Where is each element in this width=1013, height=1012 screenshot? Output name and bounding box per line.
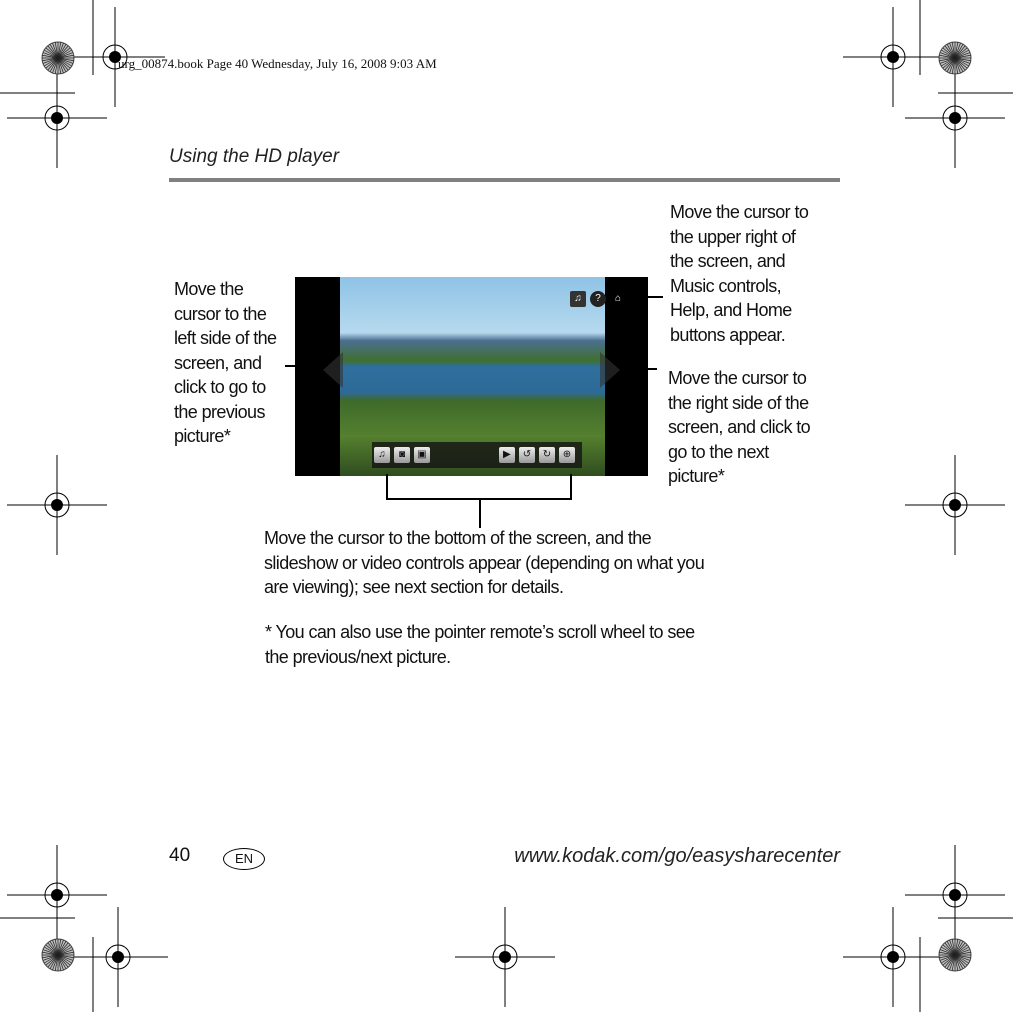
zoom-icon[interactable]: ⊕ bbox=[558, 447, 575, 463]
callout-bottom: Move the cursor to the bottom of the scr… bbox=[264, 528, 705, 597]
previous-arrow-icon[interactable] bbox=[323, 352, 343, 388]
next-arrow-icon[interactable] bbox=[600, 352, 620, 388]
crosshair-mark bbox=[905, 845, 1005, 945]
rotate-right-icon[interactable]: ↻ bbox=[538, 447, 555, 463]
crosshair-mark bbox=[7, 845, 107, 945]
crosshair-mark bbox=[905, 68, 1005, 168]
bracket-left bbox=[386, 474, 388, 499]
starburst-mark bbox=[41, 938, 75, 972]
crosshair-mark bbox=[843, 7, 943, 107]
callout-right: Move the cursor to the right side of the s… bbox=[668, 368, 811, 486]
crosshair-mark bbox=[7, 68, 107, 168]
crosshair-mark bbox=[455, 907, 555, 1007]
footer-url[interactable]: www.kodak.com/go/easysharecenter bbox=[514, 845, 840, 868]
crosshair-mark bbox=[7, 455, 107, 555]
control-bar: ♫ ◙ ▣ ▶ ↺ ↻ ⊕ bbox=[372, 442, 582, 468]
callout-left: Move the cursor to the left side of the scr… bbox=[174, 279, 277, 446]
callout-line-right bbox=[628, 368, 657, 370]
page-number: 40 bbox=[169, 845, 191, 866]
bracket-right bbox=[570, 474, 572, 499]
starburst-mark bbox=[938, 938, 972, 972]
language-badge: EN bbox=[223, 848, 265, 870]
footnote: * You can also use the pointer remote’s … bbox=[265, 622, 695, 667]
page-title: Using the HD player bbox=[169, 146, 340, 167]
music-icon[interactable]: ♫ bbox=[374, 447, 390, 463]
registration-marks bbox=[0, 0, 1013, 1012]
slideshow-icon[interactable]: ▣ bbox=[414, 447, 430, 463]
starburst-mark bbox=[41, 41, 75, 75]
rotate-left-icon[interactable]: ↺ bbox=[518, 447, 535, 463]
play-icon[interactable]: ▶ bbox=[498, 447, 515, 463]
camera-icon[interactable]: ◙ bbox=[394, 447, 410, 463]
callout-top-right: Move the cursor to the upper right of the … bbox=[670, 202, 809, 345]
crosshair-mark bbox=[905, 455, 1005, 555]
music-icon[interactable]: ♫ bbox=[570, 291, 586, 307]
manual-page: urg_00874.book Page 40 Wednesday, July 1… bbox=[0, 0, 1013, 1012]
print-slug: urg_00874.book Page 40 Wednesday, July 1… bbox=[118, 56, 437, 71]
callout-line-left bbox=[285, 365, 323, 367]
home-icon[interactable]: ⌂ bbox=[610, 291, 626, 307]
hd-player-screenshot: ♫? ⌂ ♫ ◙ ▣ ▶ ↺ ↻ ⊕ bbox=[295, 277, 648, 476]
callout-line-top-right bbox=[633, 296, 663, 298]
header-rule bbox=[169, 178, 840, 182]
help-icon[interactable]: ? bbox=[590, 291, 606, 307]
crosshair-mark bbox=[843, 907, 943, 1007]
starburst-mark bbox=[938, 41, 972, 75]
bracket-stem bbox=[479, 498, 481, 528]
crosshair-mark bbox=[68, 907, 168, 1007]
